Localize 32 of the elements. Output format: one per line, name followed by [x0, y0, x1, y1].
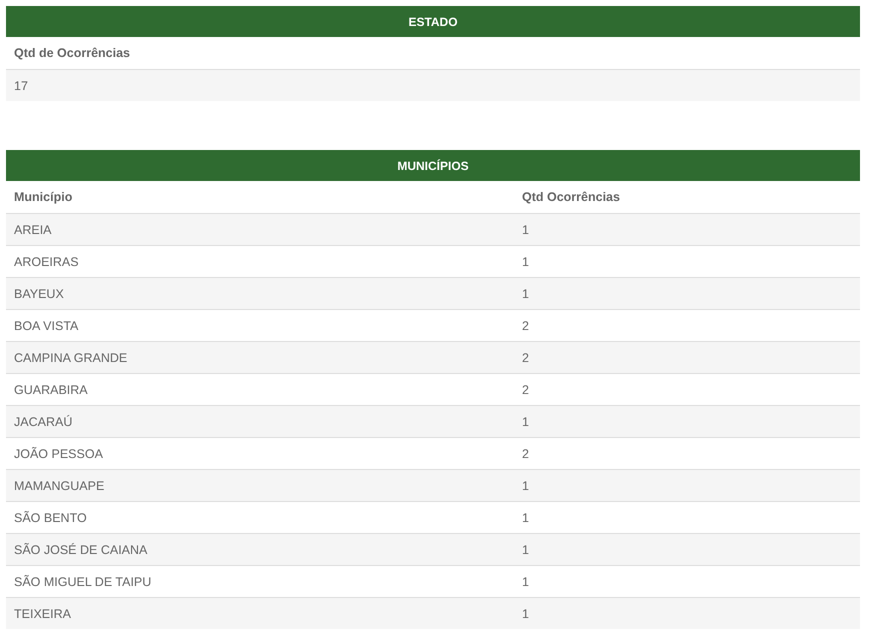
column-header: Qtd Ocorrências [514, 181, 860, 214]
table-cell: 1 [514, 534, 860, 566]
table-cell: 1 [514, 278, 860, 310]
table-cell: MAMANGUAPE [6, 470, 514, 502]
table-cell: SÃO MIGUEL DE TAIPU [6, 566, 514, 598]
column-header: Qtd de Ocorrências [6, 37, 860, 70]
table-cell: AROEIRAS [6, 246, 514, 278]
table-cell: 1 [514, 406, 860, 438]
table-cell: TEIXEIRA [6, 598, 514, 629]
table-cell: 1 [514, 470, 860, 502]
table-cell: JOÃO PESSOA [6, 438, 514, 470]
table-cell: GUARABIRA [6, 374, 514, 406]
table-cell: 2 [514, 310, 860, 342]
table-cell: 1 [514, 246, 860, 278]
table-cell: 2 [514, 374, 860, 406]
table-cell: SÃO JOSÉ DE CAIANA [6, 534, 514, 566]
table-cell: 2 [514, 438, 860, 470]
table-cell: 17 [6, 70, 860, 101]
table-title: MUNICÍPIOS [6, 150, 860, 181]
table-cell: 1 [514, 566, 860, 598]
column-header: Município [6, 181, 514, 214]
table-cell: JACARAÚ [6, 406, 514, 438]
table-cell: 1 [514, 214, 860, 246]
table-cell: AREIA [6, 214, 514, 246]
table-cell: 2 [514, 342, 860, 374]
table-cell: 1 [514, 502, 860, 534]
table-cell: CAMPINA GRANDE [6, 342, 514, 374]
table-cell: BOA VISTA [6, 310, 514, 342]
table-cell: SÃO BENTO [6, 502, 514, 534]
table-cell: BAYEUX [6, 278, 514, 310]
table-cell: 1 [514, 598, 860, 629]
table-title: ESTADO [6, 6, 860, 37]
